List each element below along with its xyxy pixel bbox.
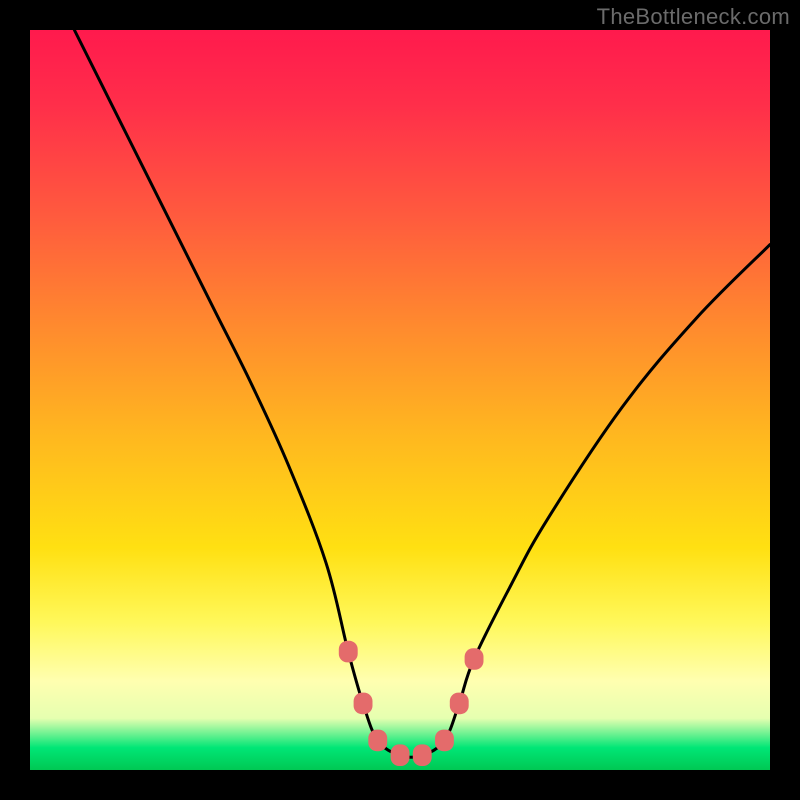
highlight-marker	[413, 744, 432, 766]
highlight-marker	[368, 730, 387, 752]
watermark-text: TheBottleneck.com	[597, 4, 790, 30]
highlight-marker	[435, 730, 454, 752]
bottleneck-curve	[74, 30, 770, 757]
plot-area	[30, 30, 770, 770]
highlight-marker	[465, 648, 484, 670]
highlight-marker	[354, 693, 373, 715]
highlight-marker	[339, 641, 358, 663]
curve-svg	[30, 30, 770, 770]
highlight-marker	[450, 693, 469, 715]
highlight-markers	[339, 641, 484, 766]
chart-frame: TheBottleneck.com	[0, 0, 800, 800]
highlight-marker	[391, 744, 410, 766]
